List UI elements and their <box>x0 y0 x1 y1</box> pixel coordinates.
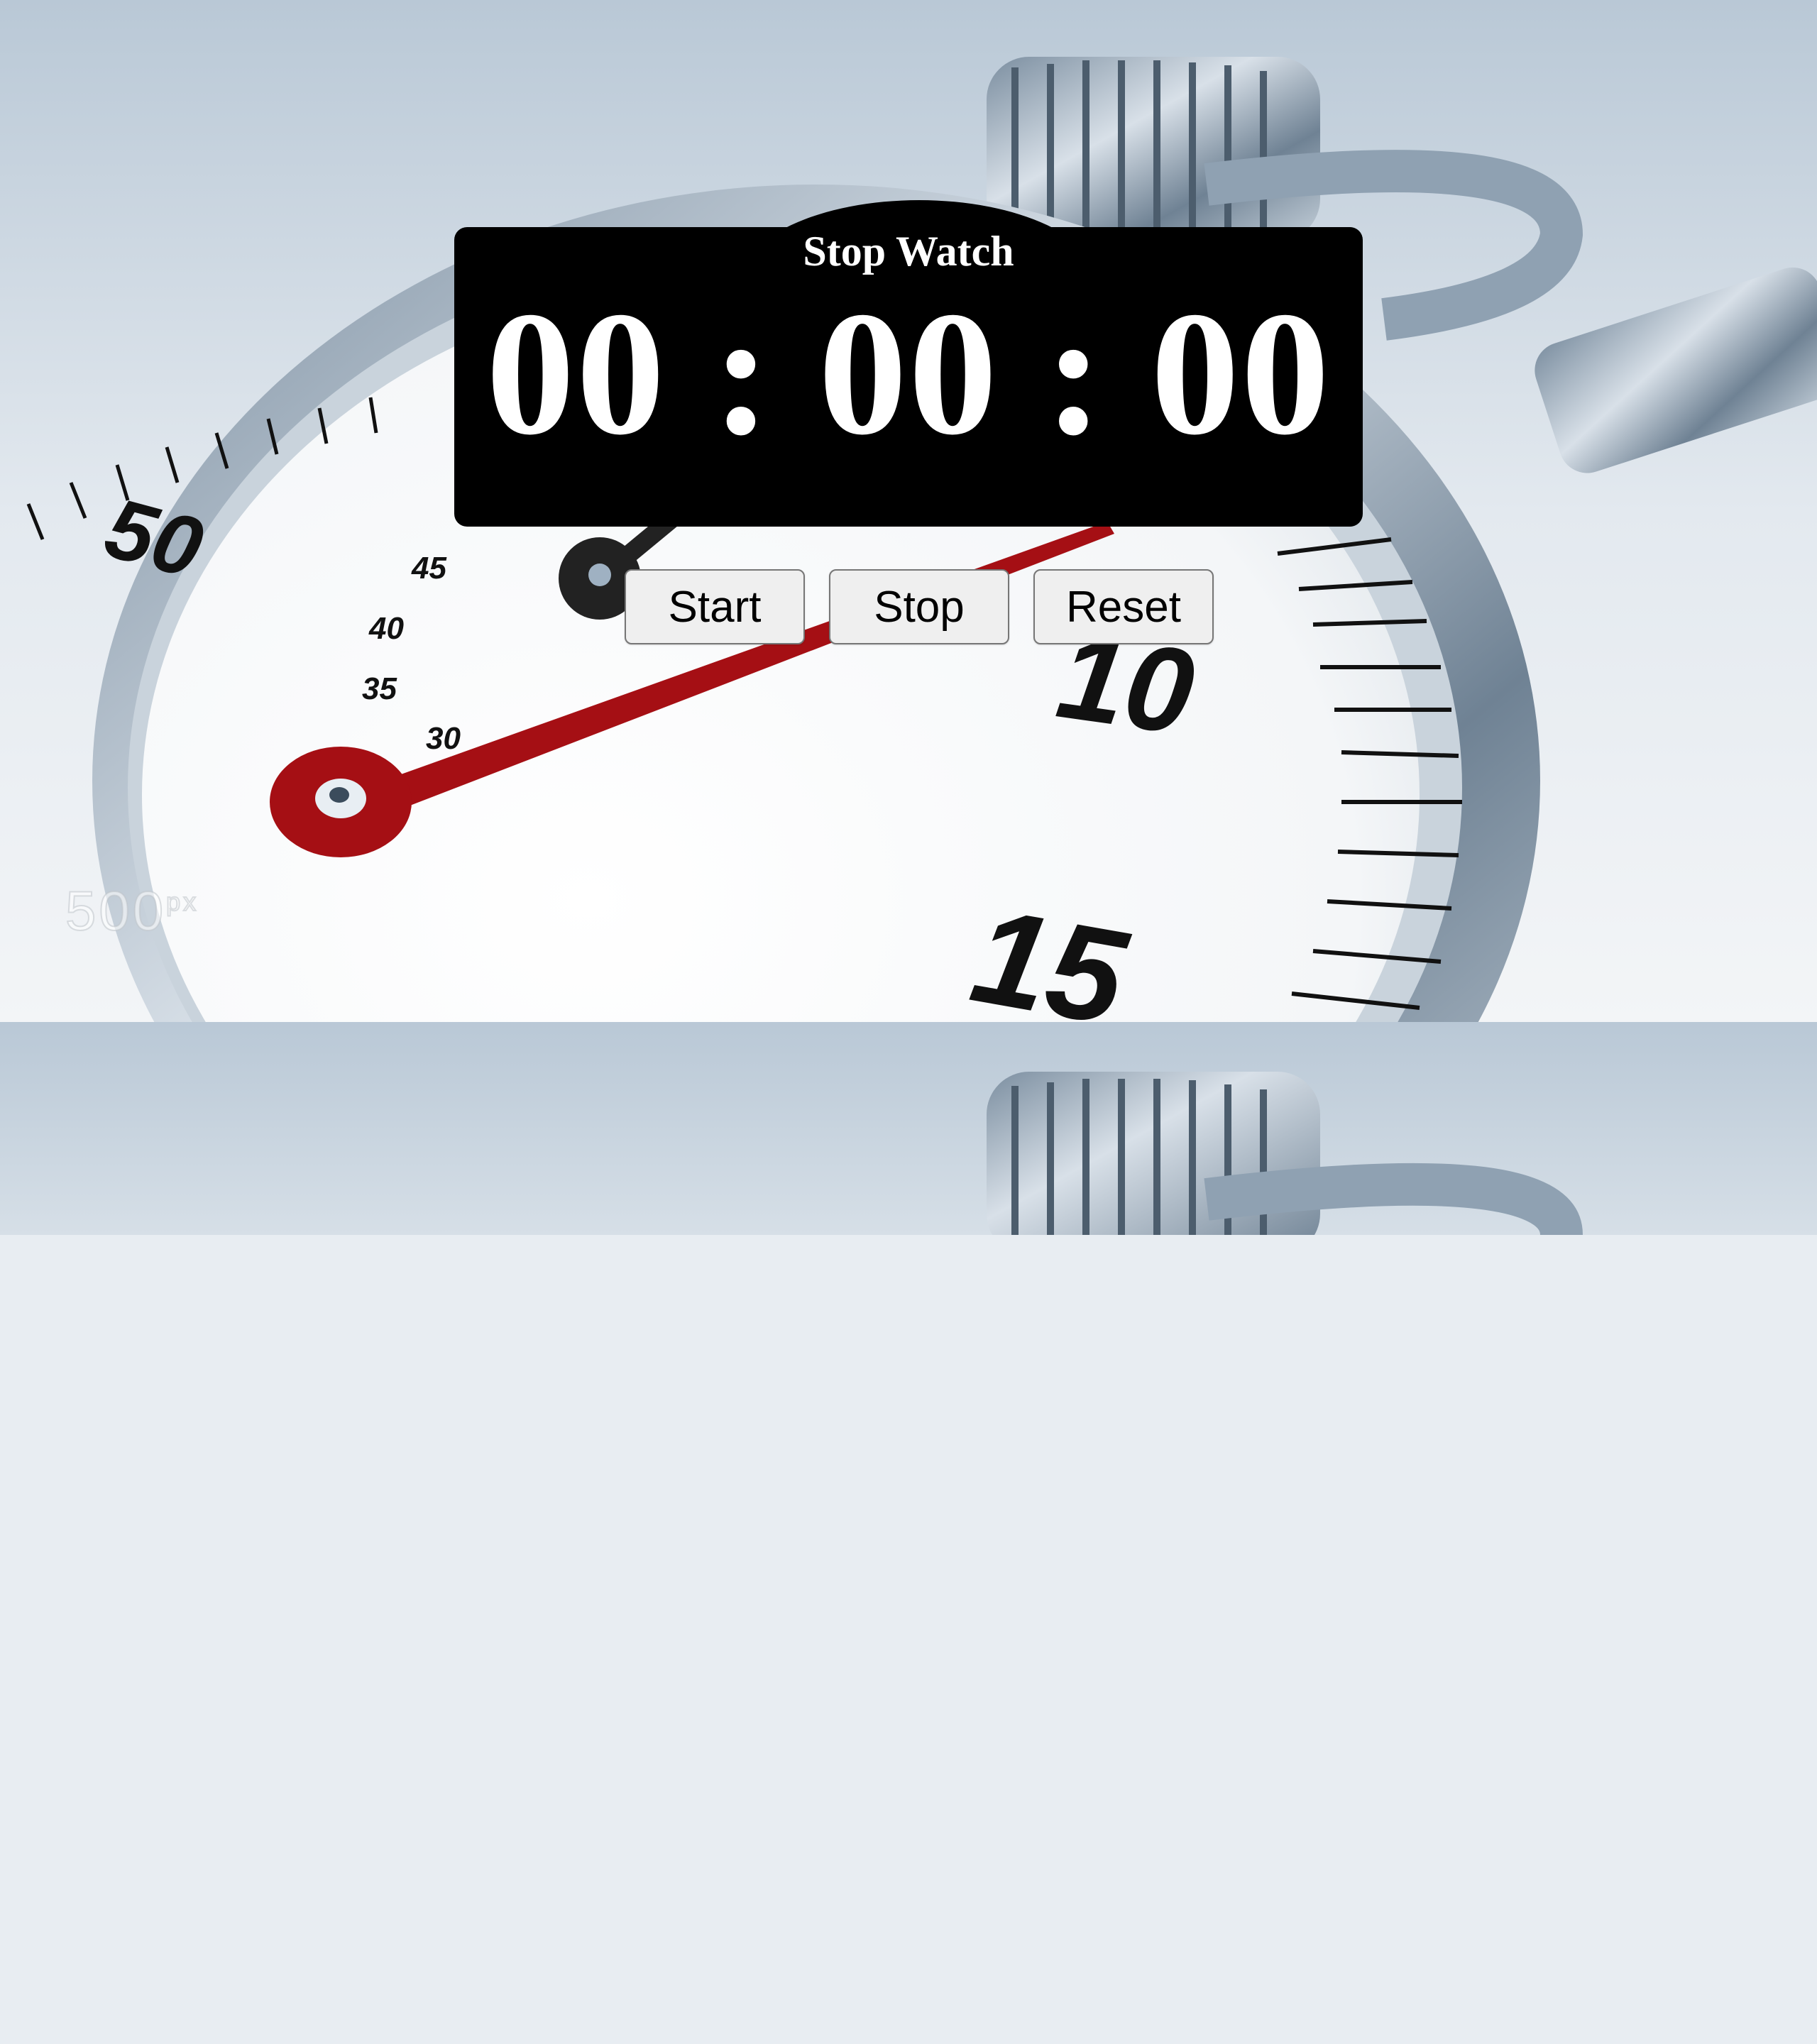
dial-number-15: 15 <box>962 879 1137 1022</box>
seconds-display: 00 <box>1151 275 1332 472</box>
start-button[interactable]: Start <box>625 569 805 644</box>
time-display: 00 : 00 : 00 <box>454 278 1363 470</box>
stopwatch-controls: Start Stop Reset <box>625 569 1215 647</box>
page-title: Stop Watch <box>803 228 1014 275</box>
watermark-logo: 500px <box>65 879 199 943</box>
reset-button[interactable]: Reset <box>1033 569 1214 644</box>
dial-number-40: 40 <box>368 611 404 646</box>
dial-number-30: 30 <box>426 721 461 756</box>
dial-number-35: 35 <box>362 671 397 706</box>
dial-number-45: 45 <box>411 551 446 586</box>
stop-button[interactable]: Stop <box>829 569 1009 644</box>
background-photo-repeat <box>0 1022 1817 2044</box>
minutes-display: 00 <box>818 275 999 472</box>
time-separator: : <box>1044 275 1105 472</box>
time-separator: : <box>712 275 773 472</box>
hours-display: 00 <box>485 275 666 472</box>
